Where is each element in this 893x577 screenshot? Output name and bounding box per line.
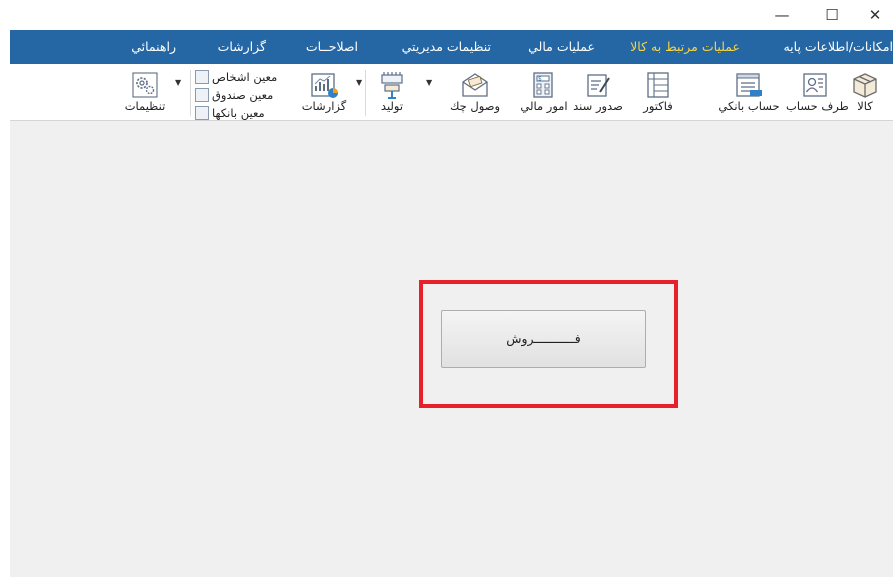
moein-ashkhas-label: معين اشخاص xyxy=(212,70,278,84)
person-ledger-icon xyxy=(195,70,209,84)
ribbon-taraf-hesab-label: طرف حساب xyxy=(786,99,849,113)
sell-button[interactable]: فـــــــــــروش xyxy=(441,310,646,368)
settings-gears-icon xyxy=(132,72,158,98)
ribbon-sodoor-sanad-button[interactable]: صدور سند xyxy=(570,64,626,120)
close-button[interactable]: ✕ xyxy=(855,0,893,30)
ribbon-vosool-check-button[interactable]: وصول چك xyxy=(444,64,506,120)
ribbon-hesab-banki-button[interactable]: حساب بانكي xyxy=(716,64,782,120)
invoice-icon xyxy=(647,72,669,98)
title-bar: — ☐ ✕ xyxy=(0,0,893,30)
ribbon-hesab-banki-label: حساب بانكي xyxy=(718,99,780,113)
ribbon-gozareshat-button[interactable]: گزارشات xyxy=(294,64,354,120)
ribbon-omoor-mali-label: امور مالي xyxy=(520,99,568,113)
menu-base-info[interactable]: امکانات/اطلاعات پايه xyxy=(783,30,893,64)
cashbox-ledger-icon xyxy=(195,88,209,102)
menu-management-settings[interactable]: تنظيمات مديريتي xyxy=(402,30,491,64)
production-icon xyxy=(381,72,403,99)
document-edit-icon xyxy=(587,74,610,97)
ribbon-toolbar: كالا طرف حساب حساب بانكي فاكتور صدور سند… xyxy=(10,64,893,121)
maximize-button[interactable]: ☐ xyxy=(812,0,852,30)
ribbon-tanzimat-button[interactable]: تنظيمات xyxy=(116,64,174,120)
menu-corrections[interactable]: اصلاحــات xyxy=(306,30,358,64)
ribbon-omoor-mali-button[interactable]: $ امور مالي xyxy=(518,64,570,120)
envelope-check-icon xyxy=(462,73,488,97)
bank-ledger-icon xyxy=(195,106,209,120)
menu-financial-operations[interactable]: عمليات مالي xyxy=(528,30,595,64)
bank-account-icon xyxy=(736,73,762,97)
moein-sandoogh-button[interactable]: معين صندوق xyxy=(195,87,291,103)
contact-card-icon xyxy=(803,73,827,97)
gozareshat-dropdown-arrow-icon[interactable]: ▼ xyxy=(356,78,362,87)
moein-sandoogh-label: معين صندوق xyxy=(212,88,274,102)
ribbon-separator xyxy=(190,70,191,116)
ribbon-sodoor-sanad-label: صدور سند xyxy=(573,99,623,113)
ribbon-factor-label: فاكتور xyxy=(643,99,673,113)
menu-bar: امکانات/اطلاعات پايه عمليات مرتبط به كال… xyxy=(10,30,893,64)
ribbon-vosool-check-label: وصول چك xyxy=(449,99,501,113)
menu-help[interactable]: راهنمائي xyxy=(131,30,176,64)
tolid-dropdown-arrow-icon[interactable]: ▼ xyxy=(426,78,432,87)
ribbon-gozareshat-label: گزارشات xyxy=(301,99,347,113)
ribbon-tolid-label: توليد xyxy=(380,99,404,113)
menu-goods-operations[interactable]: عمليات مرتبط به كالا xyxy=(630,30,740,64)
tanzimat-dropdown-arrow-icon[interactable]: ▼ xyxy=(175,78,181,87)
calculator-money-icon: $ xyxy=(533,72,553,98)
box-icon xyxy=(853,73,877,98)
svg-text:$: $ xyxy=(538,76,542,83)
minimize-button[interactable]: — xyxy=(762,0,802,30)
ribbon-tolid-button[interactable]: توليد xyxy=(370,64,414,120)
menu-reports[interactable]: گزارشات xyxy=(218,30,266,64)
moein-ashkhas-button[interactable]: معين اشخاص xyxy=(195,69,291,85)
moein-bankha-button[interactable]: معين بانكها xyxy=(195,105,291,121)
moein-bankha-label: معين بانكها xyxy=(212,106,265,120)
ribbon-factor-button[interactable]: فاكتور xyxy=(636,64,680,120)
report-chart-icon xyxy=(311,73,338,98)
ribbon-tanzimat-label: تنظيمات xyxy=(124,99,166,113)
ribbon-taraf-hesab-button[interactable]: طرف حساب xyxy=(786,64,849,120)
ribbon-separator xyxy=(365,70,366,116)
